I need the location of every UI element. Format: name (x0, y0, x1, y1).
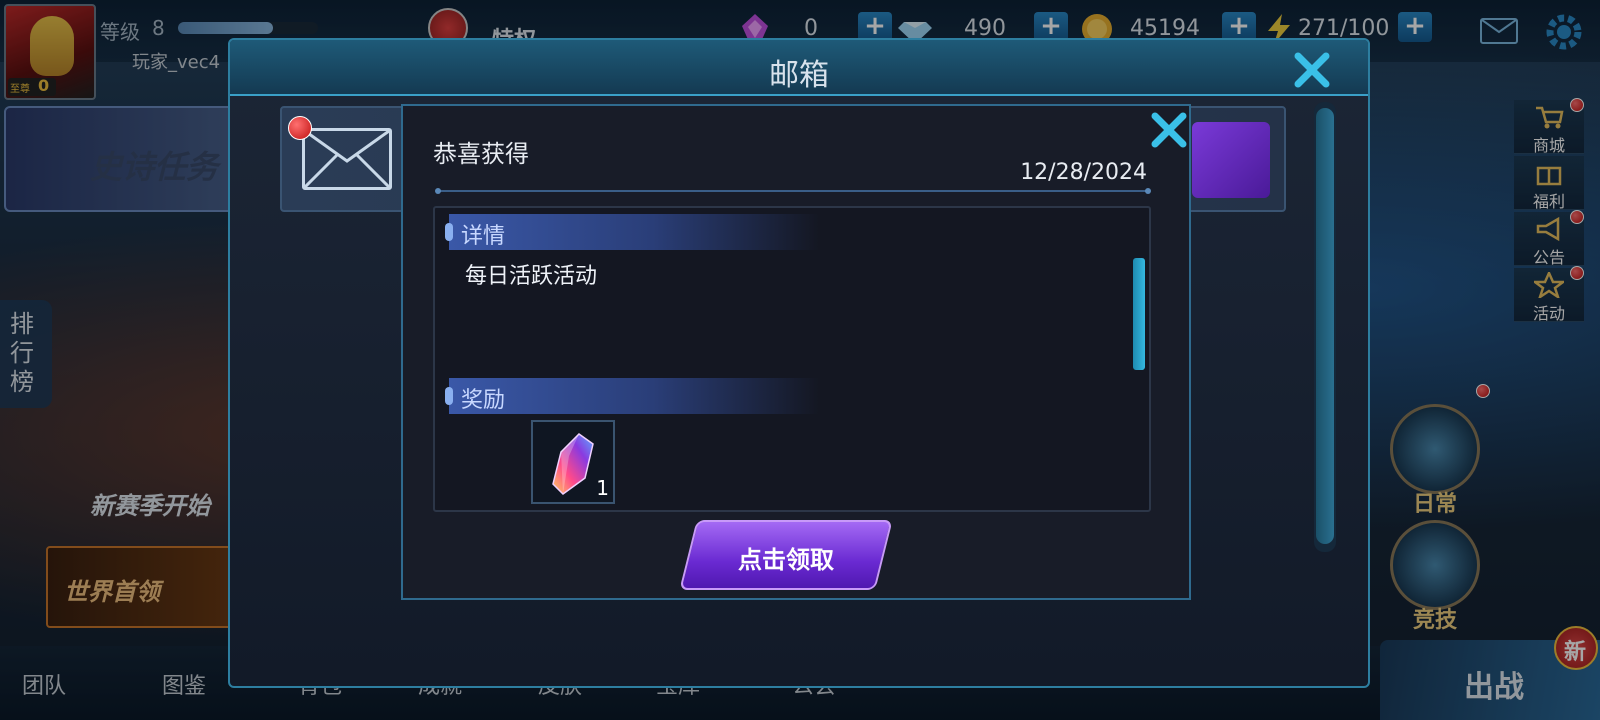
mailbox-scroll-thumb[interactable] (1316, 108, 1334, 544)
close-icon[interactable] (1147, 108, 1191, 152)
mailbox-title: 邮箱 (769, 58, 829, 93)
mail-content-text: 每日活跃活动 (465, 264, 598, 289)
section-marker (445, 223, 453, 241)
mail-body: 详情 每日活跃活动 奖励 1 (433, 206, 1151, 512)
rewards-section-header: 奖励 (445, 378, 819, 414)
content-scrollbar[interactable] (1133, 258, 1145, 370)
claim-label: 点击领取 (738, 546, 834, 574)
mailbox-scrollbar[interactable] (1314, 102, 1336, 552)
claim-button[interactable]: 点击领取 (679, 520, 893, 590)
mail-date: 12/28/2024 (1020, 160, 1147, 185)
details-section-header: 详情 (445, 214, 819, 250)
divider (435, 188, 1151, 194)
details-header-label: 详情 (461, 224, 506, 249)
unread-dot (288, 116, 312, 140)
crystal-icon (552, 433, 594, 495)
mail-subject: 恭喜获得 (433, 140, 529, 168)
mail-open-button[interactable] (1192, 122, 1270, 198)
mail-detail-dialog: 恭喜获得 12/28/2024 详情 每日活跃活动 奖励 1 点击领取 (401, 104, 1191, 600)
close-icon[interactable] (1290, 48, 1334, 92)
section-marker (445, 387, 453, 405)
reward-item[interactable]: 1 (531, 420, 615, 504)
envelope-icon (302, 128, 392, 190)
rewards-header-label: 奖励 (461, 388, 506, 413)
reward-quantity: 1 (596, 476, 609, 500)
mailbox-header: 邮箱 (230, 40, 1368, 96)
content-scroll-thumb[interactable] (1133, 258, 1145, 370)
